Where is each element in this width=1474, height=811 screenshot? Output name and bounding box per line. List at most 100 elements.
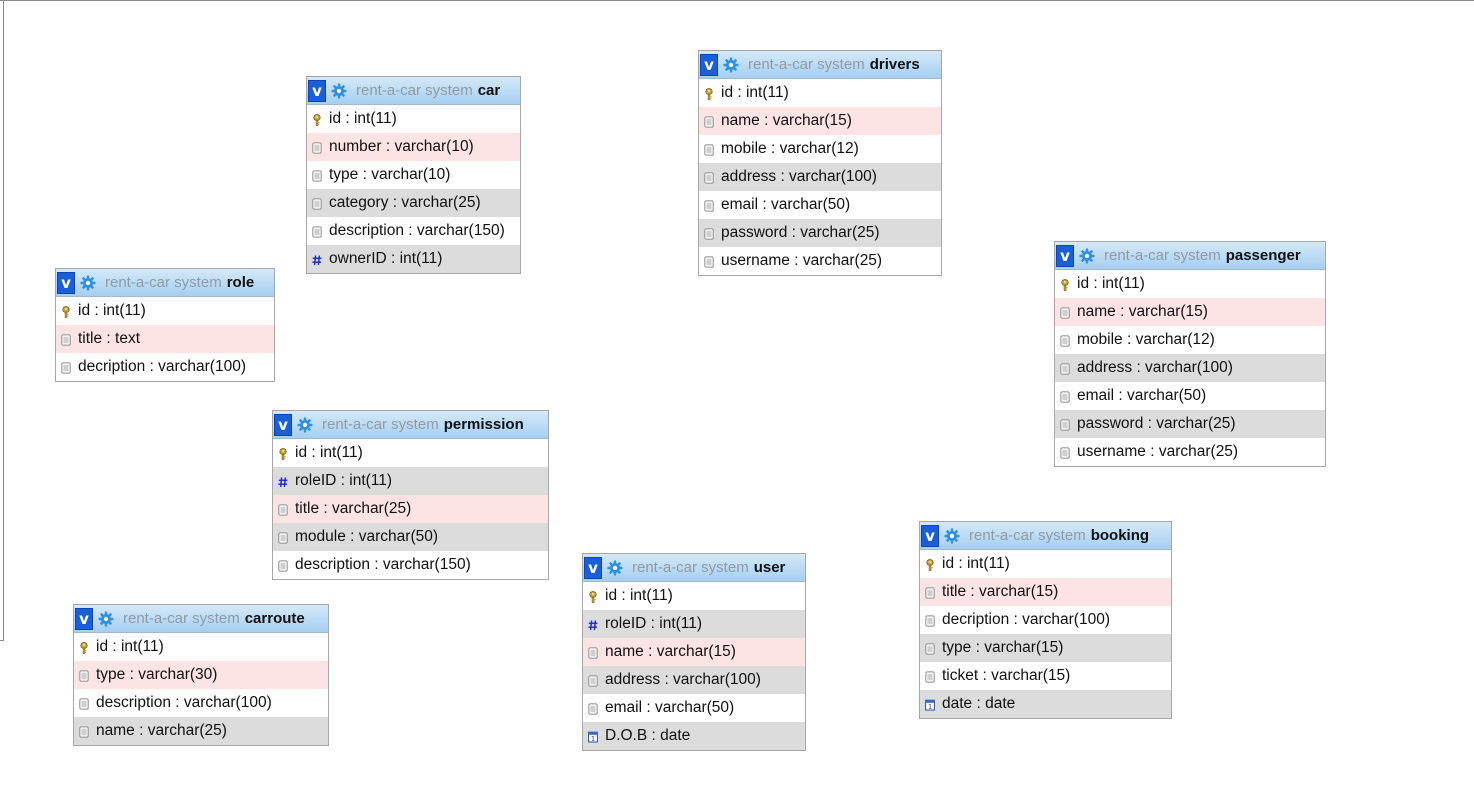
toggle-view-icon[interactable]: v <box>308 79 326 102</box>
column-row[interactable]: title : varchar(15) <box>920 578 1171 606</box>
column-row[interactable]: name : varchar(15) <box>583 638 805 666</box>
column-row[interactable]: title : text <box>56 325 274 353</box>
table-header[interactable]: v rent-a-car system booking <box>920 522 1171 550</box>
column-row[interactable]: address : varchar(100) <box>583 666 805 694</box>
column-row[interactable]: mobile : varchar(12) <box>699 135 941 163</box>
column-row[interactable]: decription : varchar(100) <box>56 353 274 381</box>
column-row[interactable]: password : varchar(25) <box>1055 410 1325 438</box>
primary-key-icon <box>588 590 598 603</box>
toggle-view-icon[interactable]: v <box>584 556 602 579</box>
table-name: booking <box>1090 527 1150 544</box>
table-drivers[interactable]: v rent-a-car system drivers id : int(11) nam… <box>698 50 942 276</box>
date-icon: 1 <box>588 730 598 743</box>
gear-icon[interactable] <box>331 83 347 99</box>
column-label: address : varchar(100) <box>605 671 761 688</box>
column-row[interactable]: ticket : varchar(15) <box>920 662 1171 690</box>
column-row[interactable]: description : varchar(150) <box>307 217 520 245</box>
column-row[interactable]: email : varchar(50) <box>583 694 805 722</box>
column-icon <box>588 646 598 659</box>
column-row[interactable]: id : int(11) <box>307 105 520 133</box>
table-header[interactable]: v rent-a-car system car <box>307 77 520 105</box>
toggle-view-icon[interactable]: v <box>700 53 718 76</box>
column-row[interactable]: username : varchar(25) <box>1055 438 1325 466</box>
toggle-view-icon[interactable]: v <box>57 271 75 294</box>
column-label: id : int(11) <box>605 587 673 604</box>
table-carroute[interactable]: v rent-a-car system carroute id : int(11) ty… <box>73 604 329 746</box>
column-row[interactable]: decription : varchar(100) <box>920 606 1171 634</box>
column-row[interactable]: address : varchar(100) <box>1055 354 1325 382</box>
column-label: id : int(11) <box>1077 275 1145 292</box>
table-booking[interactable]: v rent-a-car system booking id : int(11) tit… <box>919 521 1172 719</box>
column-row[interactable]: number : varchar(10) <box>307 133 520 161</box>
column-row[interactable]: description : varchar(100) <box>74 689 328 717</box>
column-row[interactable]: mobile : varchar(12) <box>1055 326 1325 354</box>
toggle-view-icon[interactable]: v <box>1056 244 1074 267</box>
table-header[interactable]: v rent-a-car system role <box>56 269 274 297</box>
column-row[interactable]: id : int(11) <box>1055 270 1325 298</box>
table-permission[interactable]: v rent-a-car system permission id : int(11)… <box>272 410 549 580</box>
column-label: description : varchar(100) <box>96 694 272 711</box>
toggle-view-icon[interactable]: v <box>921 524 939 547</box>
foreign-key-icon <box>278 475 288 488</box>
primary-key-icon <box>278 447 288 460</box>
column-row[interactable]: name : varchar(15) <box>699 107 941 135</box>
column-icon <box>1060 446 1070 459</box>
column-icon <box>704 115 714 128</box>
gear-icon[interactable] <box>98 611 114 627</box>
table-header[interactable]: v rent-a-car system drivers <box>699 51 941 79</box>
column-row[interactable]: roleID : int(11) <box>583 610 805 638</box>
column-icon <box>79 697 89 710</box>
column-row[interactable]: type : varchar(15) <box>920 634 1171 662</box>
svg-text:1: 1 <box>928 704 932 711</box>
table-header[interactable]: v rent-a-car system permission <box>273 411 548 439</box>
database-name: rent-a-car system <box>356 82 473 99</box>
column-row[interactable]: roleID : int(11) <box>273 467 548 495</box>
column-row[interactable]: id : int(11) <box>273 439 548 467</box>
gear-icon[interactable] <box>80 275 96 291</box>
toggle-view-icon[interactable]: v <box>274 413 292 436</box>
column-row[interactable]: type : varchar(30) <box>74 661 328 689</box>
column-row[interactable]: 1 D.O.B : date <box>583 722 805 750</box>
table-header[interactable]: v rent-a-car system passenger <box>1055 242 1325 270</box>
column-row[interactable]: ownerID : int(11) <box>307 245 520 273</box>
column-icon <box>312 141 322 154</box>
column-row[interactable]: name : varchar(25) <box>74 717 328 745</box>
column-label: description : varchar(150) <box>295 556 471 573</box>
column-row[interactable]: id : int(11) <box>920 550 1171 578</box>
table-passenger[interactable]: v rent-a-car system passenger id : int(11) n… <box>1054 241 1326 467</box>
gear-icon[interactable] <box>297 417 313 433</box>
table-header[interactable]: v rent-a-car system carroute <box>74 605 328 633</box>
column-row[interactable]: email : varchar(50) <box>699 191 941 219</box>
column-label: id : int(11) <box>721 84 789 101</box>
gear-icon[interactable] <box>944 528 960 544</box>
table-role[interactable]: v rent-a-car system role id : int(11) title … <box>55 268 275 382</box>
gear-icon[interactable] <box>1079 248 1095 264</box>
table-car[interactable]: v rent-a-car system car id : int(11) number … <box>306 76 521 274</box>
column-row[interactable]: email : varchar(50) <box>1055 382 1325 410</box>
column-icon <box>925 614 935 627</box>
column-icon <box>704 171 714 184</box>
column-row[interactable]: title : varchar(25) <box>273 495 548 523</box>
column-row[interactable]: category : varchar(25) <box>307 189 520 217</box>
table-header[interactable]: v rent-a-car system user <box>583 554 805 582</box>
primary-key-icon <box>704 87 714 100</box>
toggle-view-icon[interactable]: v <box>75 607 93 630</box>
column-icon <box>925 670 935 683</box>
gear-icon[interactable] <box>723 57 739 73</box>
column-icon <box>704 255 714 268</box>
column-row[interactable]: id : int(11) <box>699 79 941 107</box>
column-row[interactable]: type : varchar(10) <box>307 161 520 189</box>
column-icon <box>704 199 714 212</box>
column-row[interactable]: password : varchar(25) <box>699 219 941 247</box>
column-row[interactable]: id : int(11) <box>56 297 274 325</box>
table-user[interactable]: v rent-a-car system user id : int(11) roleID… <box>582 553 806 751</box>
column-row[interactable]: name : varchar(15) <box>1055 298 1325 326</box>
column-row[interactable]: description : varchar(150) <box>273 551 548 579</box>
column-row[interactable]: module : varchar(50) <box>273 523 548 551</box>
column-row[interactable]: address : varchar(100) <box>699 163 941 191</box>
column-row[interactable]: id : int(11) <box>74 633 328 661</box>
gear-icon[interactable] <box>607 560 623 576</box>
column-row[interactable]: username : varchar(25) <box>699 247 941 275</box>
column-row[interactable]: 1 date : date <box>920 690 1171 718</box>
column-row[interactable]: id : int(11) <box>583 582 805 610</box>
